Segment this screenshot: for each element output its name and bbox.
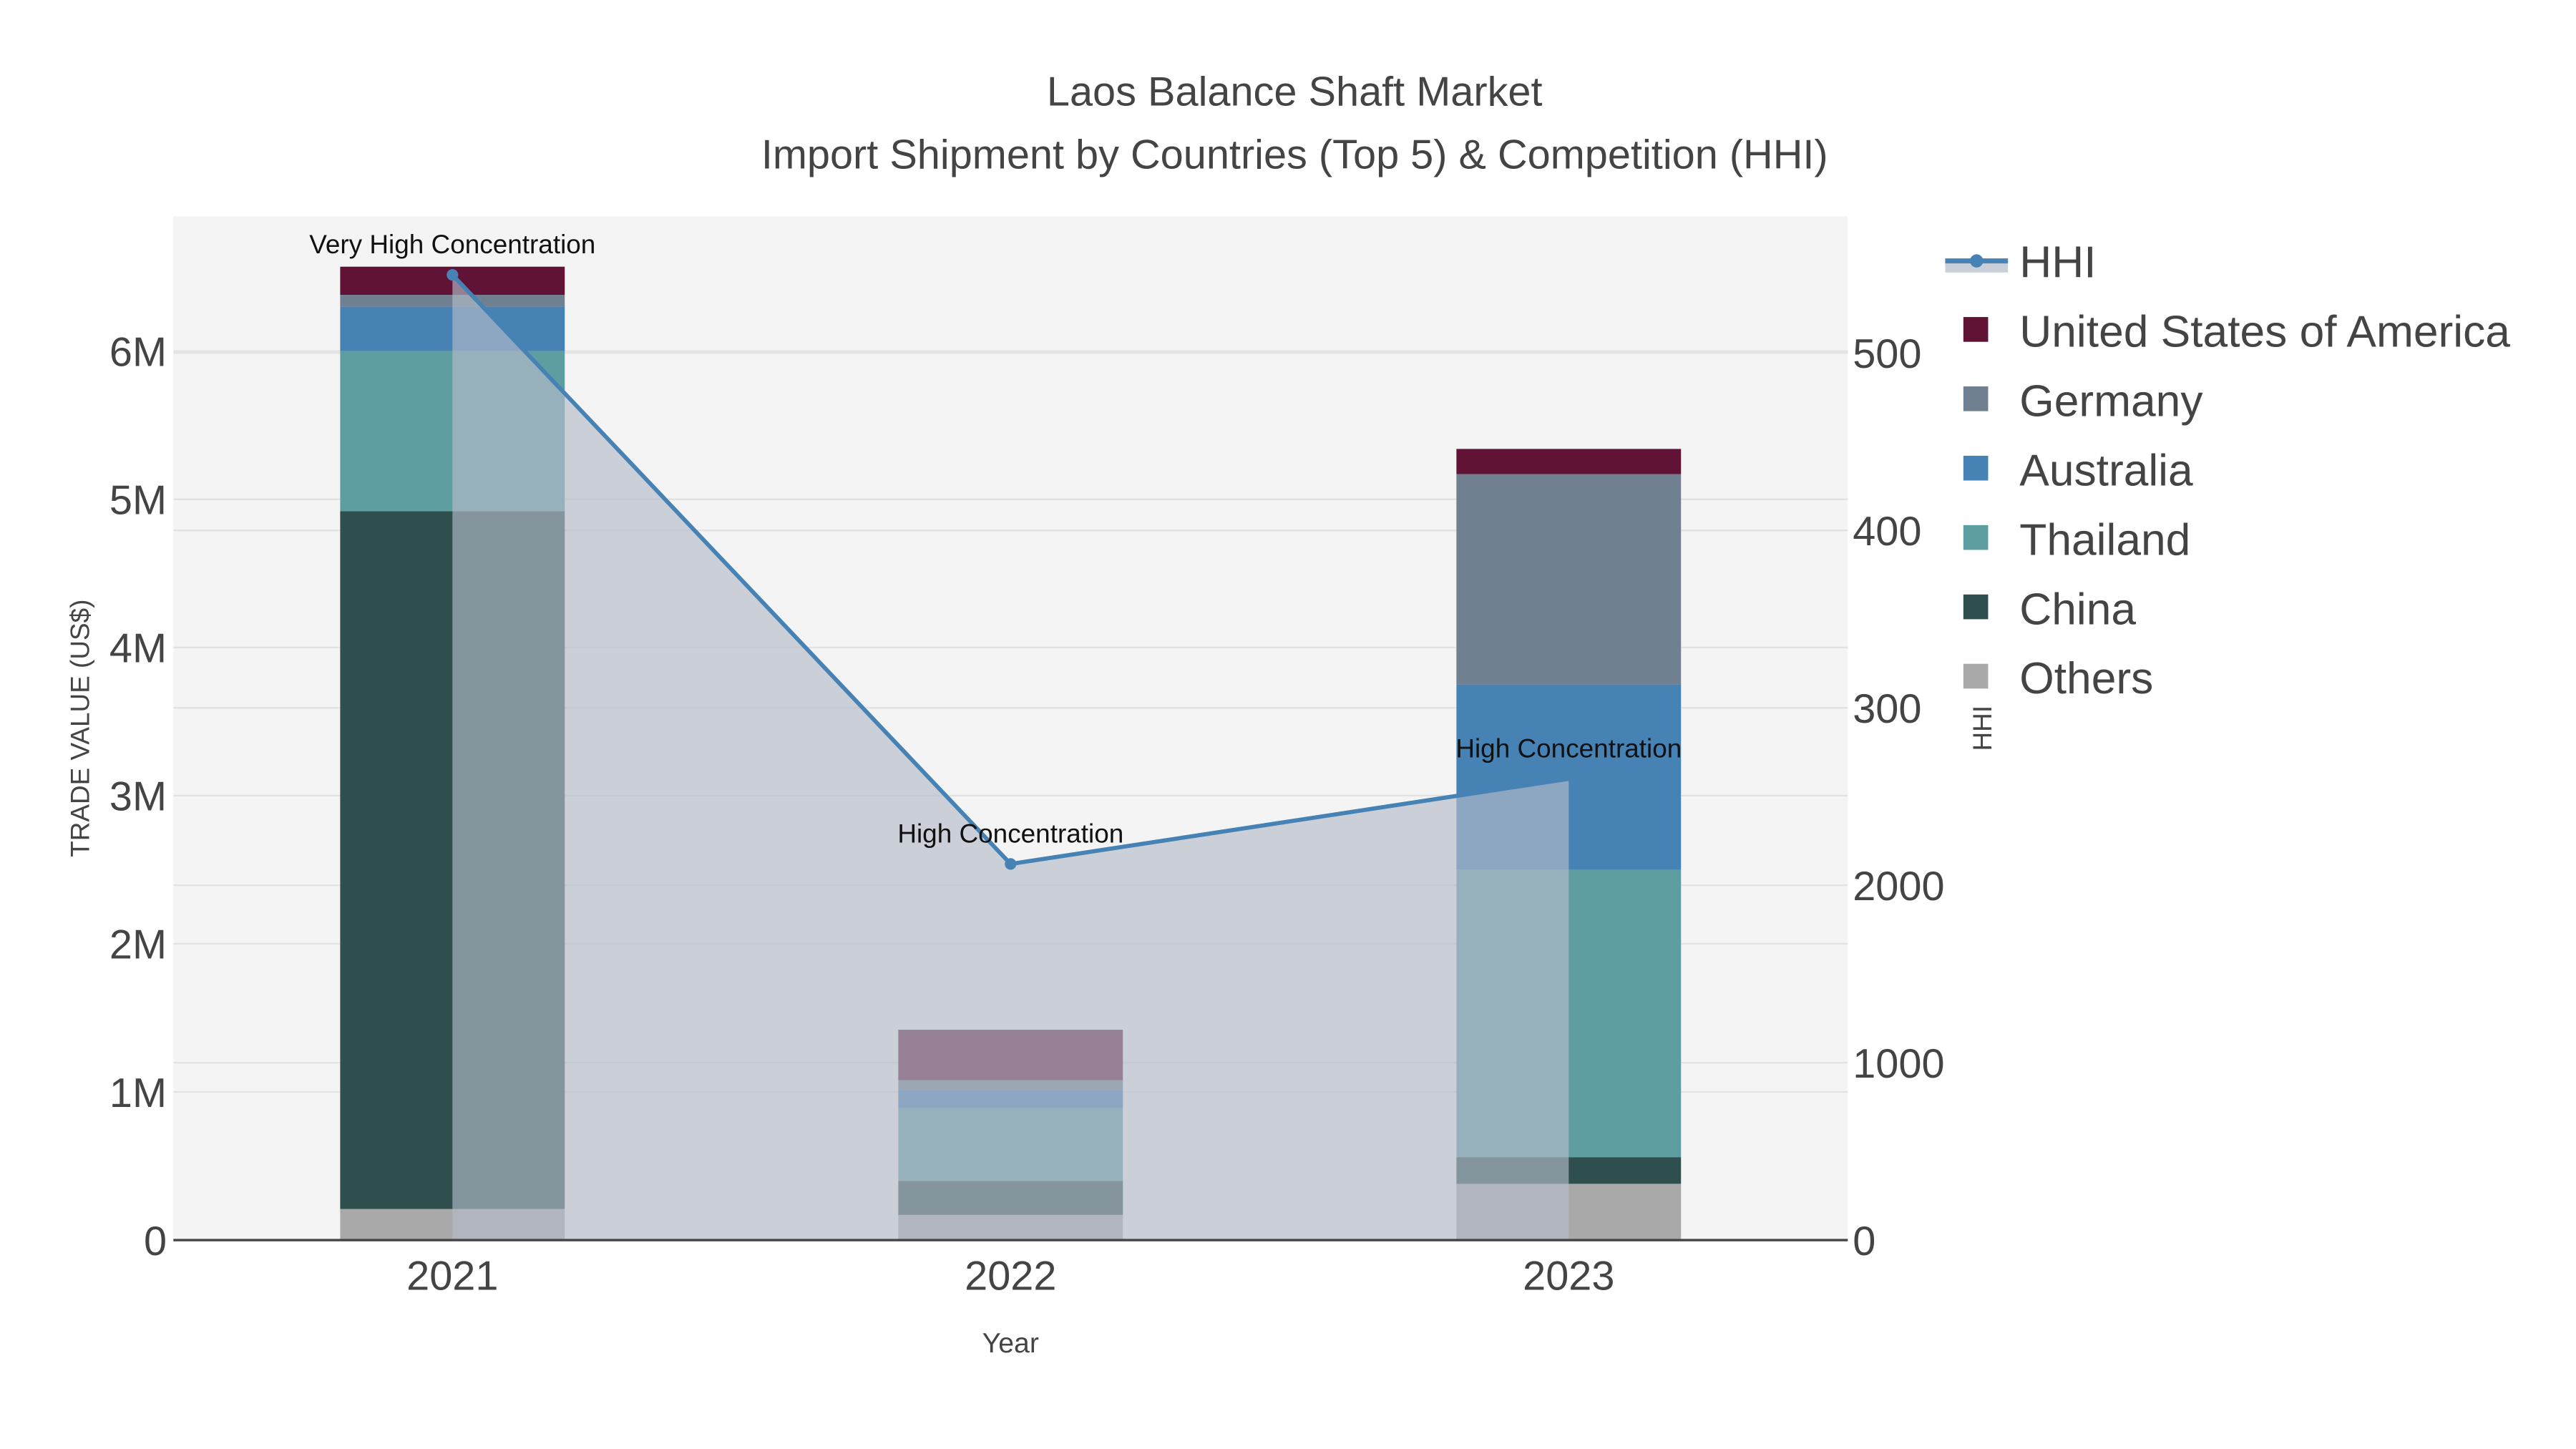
y-axis-title: TRADE VALUE (US$) [66,600,95,857]
y2-tick-label: 0 [1853,1219,1875,1264]
y-tick-label: 4M [109,626,167,672]
chart-subtitle: Import Shipment by Countries (Top 5) & C… [761,132,1828,177]
y-tick-label: 0 [144,1219,167,1264]
y2-tick-label: 400 [1853,509,1921,555]
legend-label: Australia [2019,446,2193,495]
chart-title: Laos Balance Shaft Market [1047,69,1543,115]
legend-swatch [1963,663,1989,689]
y2-tick-label: 2000 [1853,864,1944,909]
legend-label: Others [2019,654,2153,703]
bar-germany [1456,474,1682,685]
hhi-annotation: High Concentration [897,819,1123,848]
y2-tick-label: 300 [1853,686,1921,732]
legend-swatch [1963,317,1989,342]
y-tick-label: 5M [109,478,167,524]
hhi-annotation: Very High Concentration [309,230,595,259]
y2-axis-title: HHI [1968,706,1997,751]
hhi-point [1005,858,1017,870]
legend-label: HHI [2019,238,2096,288]
hhi-point [447,269,459,281]
legend-swatch [1963,386,1989,411]
y2-tick-label: 1000 [1853,1041,1944,1087]
y-tick-label: 6M [109,329,167,375]
legend-label: Germany [2019,377,2203,426]
y-tick-label: 3M [109,774,167,820]
x-tick-label: 2023 [1523,1253,1614,1299]
y2-tick-label: 500 [1853,331,1921,377]
hhi-annotation: High Concentration [1455,733,1682,763]
bar-united-states-of-america [1456,449,1682,474]
x-tick-label: 2022 [965,1253,1056,1299]
legend-label: Thailand [2019,515,2190,565]
legend-label: China [2019,585,2136,634]
chart: Laos Balance Shaft Market Import Shipmen… [66,69,2511,1359]
legend-swatch [1963,455,1989,481]
y-tick-label: 2M [109,922,167,968]
x-tick-label: 2021 [406,1253,498,1299]
legend-hhi-marker [1970,254,1984,268]
legend-swatch [1963,525,1989,550]
legend-label: United States of America [2019,308,2510,357]
legend-swatch [1963,594,1989,620]
x-axis-title: Year [982,1327,1039,1359]
y-tick-label: 1M [109,1070,167,1116]
